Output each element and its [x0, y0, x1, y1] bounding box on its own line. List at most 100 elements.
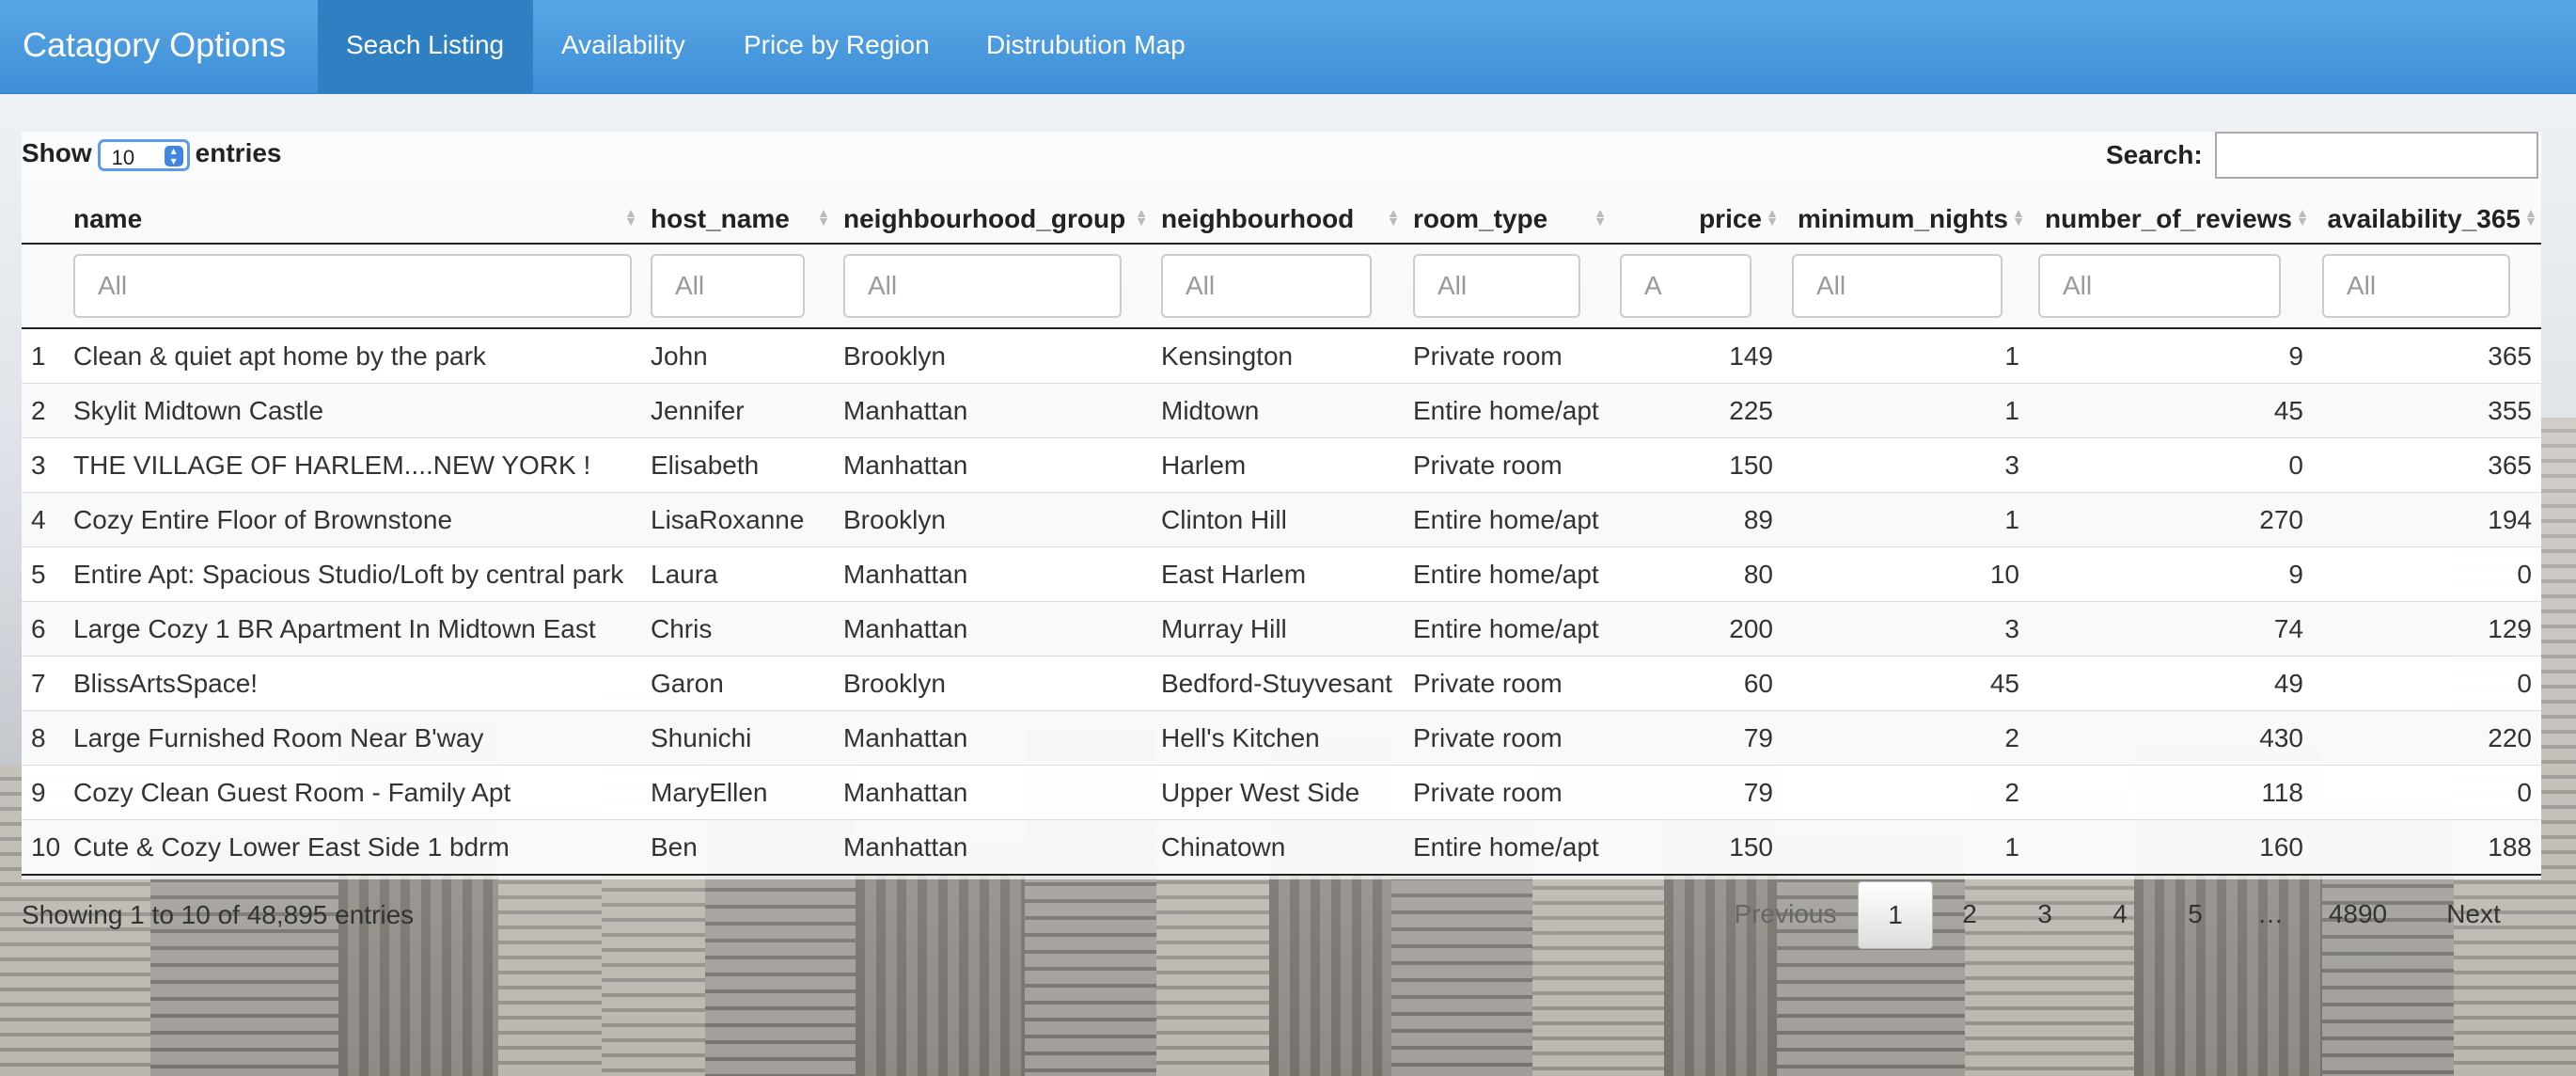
- table-cell: Manhattan: [834, 601, 1152, 657]
- next-page-button[interactable]: Next: [2431, 881, 2516, 947]
- table-cell: 3: [1783, 601, 2029, 657]
- table-cell: Entire home/apt: [1404, 383, 1610, 438]
- row-index-cell: 5: [22, 546, 64, 602]
- column-header[interactable]: neighbourhood_group ▲ ▼: [834, 196, 1152, 245]
- filter-row: All All All All All A All All All: [22, 244, 2541, 329]
- table-row: 3 THE VILLAGE OF HARLEM....NEW YORK ! Elis…: [22, 437, 2541, 493]
- row-index-cell: 7: [22, 656, 64, 711]
- table-cell: Entire home/apt: [1404, 492, 1610, 547]
- column-header[interactable]: price ▲ ▼: [1610, 196, 1783, 245]
- tab-search-listing[interactable]: Seach Listing: [318, 0, 533, 93]
- table-cell: Cozy Clean Guest Room - Family Apt: [64, 765, 641, 820]
- table-cell: 2: [1783, 710, 2029, 766]
- tab-price-by-region[interactable]: Price by Region: [715, 0, 958, 93]
- length-menu-prefix: Show: [22, 138, 92, 167]
- page-button[interactable]: 5: [2159, 881, 2232, 947]
- table-cell: 1: [1783, 819, 2029, 876]
- row-index-cell: 6: [22, 601, 64, 657]
- filter-input-number-of-reviews[interactable]: All: [2038, 254, 2281, 318]
- table-cell: Manhattan: [834, 546, 1152, 602]
- navbar-brand[interactable]: Catagory Options: [23, 0, 286, 93]
- table-cell: 9: [2029, 546, 2313, 602]
- table-cell: 45: [2029, 383, 2313, 438]
- table-cell: 10: [1783, 546, 2029, 602]
- filter-input-neighbourhood-group[interactable]: All: [843, 254, 1122, 318]
- filter-input-neighbourhood[interactable]: All: [1161, 254, 1372, 318]
- column-header[interactable]: name ▲ ▼: [64, 196, 641, 245]
- page-button[interactable]: 4: [2083, 881, 2157, 947]
- tab-availability[interactable]: Availability: [533, 0, 715, 93]
- search-input[interactable]: [2215, 132, 2538, 179]
- table-cell: Manhattan: [834, 437, 1152, 493]
- filter-input-host-name[interactable]: All: [651, 254, 805, 318]
- table-cell: 0: [2313, 765, 2541, 820]
- page-button[interactable]: 2: [1933, 881, 2006, 947]
- table-cell: 118: [2029, 765, 2313, 820]
- length-menu: Show 10 ▴ ▾ entries: [22, 134, 282, 172]
- sort-icon: ▲ ▼: [2296, 205, 2309, 229]
- table-info: Showing 1 to 10 of 48,895 entries: [22, 900, 415, 929]
- sort-icon: ▲ ▼: [817, 205, 830, 229]
- table-cell: 365: [2313, 437, 2541, 493]
- sort-icon: ▲ ▼: [2524, 205, 2537, 229]
- filter-input-minimum-nights[interactable]: All: [1792, 254, 2003, 318]
- entries-select[interactable]: 10 ▴ ▾: [97, 138, 190, 171]
- listings-table: name ▲ ▼ host_name ▲ ▼ neighbourhood_group ▲ ▼…: [22, 196, 2541, 876]
- sort-icon: ▲ ▼: [1135, 205, 1148, 229]
- table-cell: 0: [2029, 437, 2313, 493]
- column-header[interactable]: number_of_reviews ▲ ▼: [2029, 196, 2313, 245]
- table-cell: Upper West Side: [1152, 765, 1404, 820]
- table-cell: 49: [2029, 656, 2313, 711]
- select-arrows-icon: ▴ ▾: [164, 145, 183, 166]
- column-header[interactable]: host_name ▲ ▼: [641, 196, 834, 245]
- table-cell: 188: [2313, 819, 2541, 876]
- table-cell: 0: [2313, 656, 2541, 711]
- filter-input-price[interactable]: A: [1620, 254, 1751, 318]
- table-cell: 2: [1783, 765, 2029, 820]
- table-cell: Elisabeth: [641, 437, 834, 493]
- table-cell: Entire home/apt: [1404, 601, 1610, 657]
- sort-icon: ▲ ▼: [1594, 205, 1607, 229]
- table-cell: 270: [2029, 492, 2313, 547]
- table-cell: Clinton Hill: [1152, 492, 1404, 547]
- table-cell: 149: [1610, 327, 1783, 384]
- tab-distribution-map[interactable]: Distrubution Map: [958, 0, 1231, 93]
- previous-page-button[interactable]: Previous: [1724, 881, 1846, 947]
- top-navbar: Catagory Options Seach Listing Availabil…: [0, 0, 2576, 94]
- table-cell: 200: [1610, 601, 1783, 657]
- table-cell: Entire home/apt: [1404, 819, 1610, 876]
- table-cell: Private room: [1404, 327, 1610, 384]
- table-cell: 160: [2029, 819, 2313, 876]
- entries-select-value: 10: [111, 145, 135, 169]
- table-cell: Kensington: [1152, 327, 1404, 384]
- table-cell: Garon: [641, 656, 834, 711]
- table-cell: Brooklyn: [834, 327, 1152, 384]
- row-index-cell: 8: [22, 710, 64, 766]
- page-button[interactable]: 3: [2008, 881, 2081, 947]
- pagination: Previous 1 2 3 4 5 … 4890 Next: [1711, 881, 2576, 949]
- column-header[interactable]: availability_365 ▲ ▼: [2313, 196, 2541, 245]
- column-header-index: [22, 196, 64, 245]
- filter-input-room-type[interactable]: All: [1413, 254, 1580, 318]
- table-cell: 355: [2313, 383, 2541, 438]
- table-row: 1 Clean & quiet apt home by the park John B…: [22, 327, 2541, 384]
- filter-input-availability-365[interactable]: All: [2322, 254, 2510, 318]
- table-cell: 150: [1610, 819, 1783, 876]
- column-header[interactable]: room_type ▲ ▼: [1404, 196, 1610, 245]
- table-cell: Hell's Kitchen: [1152, 710, 1404, 766]
- sort-icon: ▲ ▼: [1766, 205, 1779, 229]
- page-button[interactable]: 1: [1858, 881, 1933, 949]
- table-cell: Midtown: [1152, 383, 1404, 438]
- table-cell: 45: [1783, 656, 2029, 711]
- page-button[interactable]: 4890: [2309, 881, 2407, 947]
- row-index-cell: 2: [22, 383, 64, 438]
- table-cell: 79: [1610, 765, 1783, 820]
- column-header[interactable]: neighbourhood ▲ ▼: [1152, 196, 1404, 245]
- table-cell: Harlem: [1152, 437, 1404, 493]
- column-header[interactable]: minimum_nights ▲ ▼: [1783, 196, 2029, 245]
- table-cell: 1: [1783, 383, 2029, 438]
- table-cell: 1: [1783, 492, 2029, 547]
- filter-input-name[interactable]: All: [73, 254, 632, 318]
- table-cell: Brooklyn: [834, 656, 1152, 711]
- table-cell: 194: [2313, 492, 2541, 547]
